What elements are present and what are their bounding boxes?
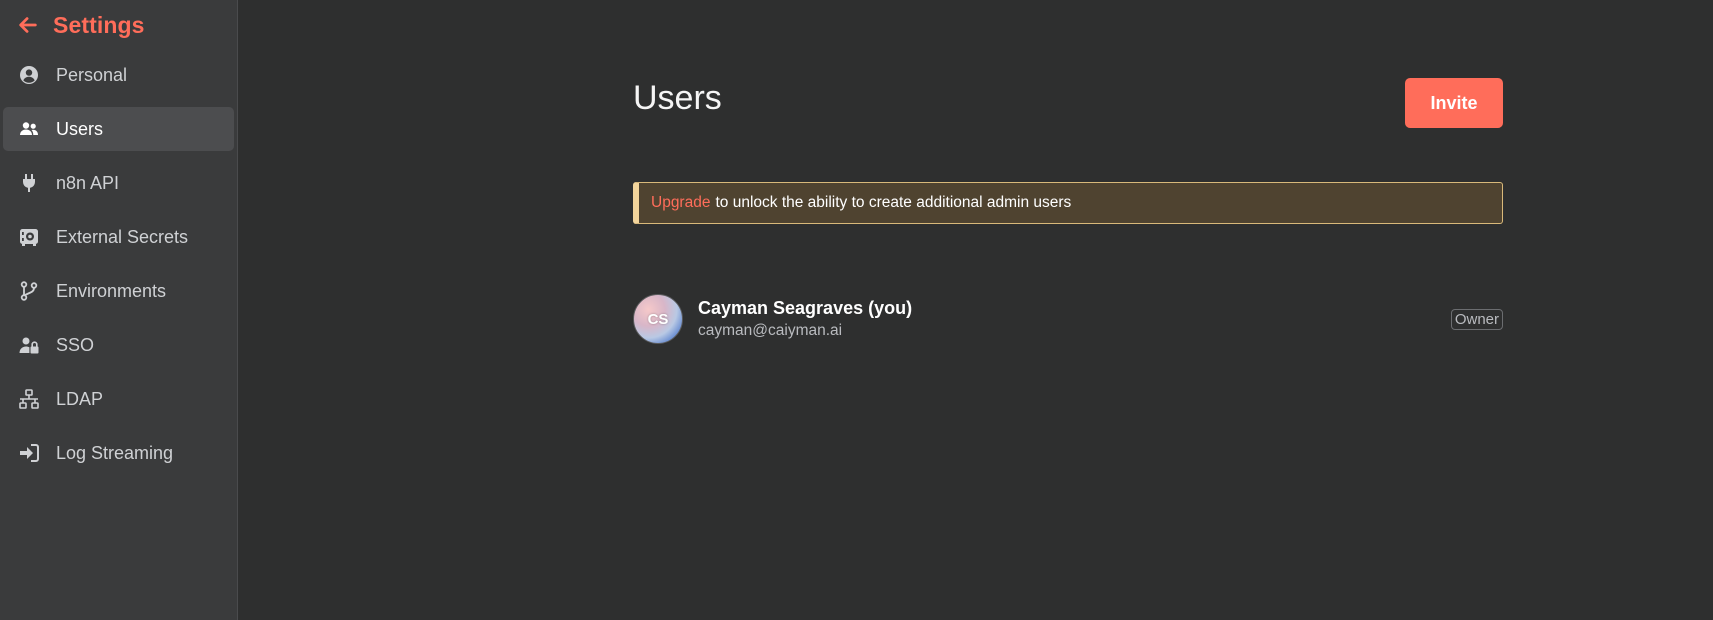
sidebar-item-label: Log Streaming [56, 442, 174, 463]
sidebar-item-ldap[interactable]: LDAP [3, 377, 234, 421]
arrow-left-icon[interactable] [17, 14, 39, 36]
page-header: Users Invite [633, 78, 1503, 128]
user-info: Cayman Seagraves (you) cayman@caiyman.ai [698, 296, 912, 342]
sidebar-item-n8n-api[interactable]: n8n API [3, 161, 234, 205]
network-wired-icon [19, 389, 39, 409]
invite-button[interactable]: Invite [1405, 78, 1503, 128]
settings-back-header[interactable]: Settings [3, 0, 234, 50]
users-page: Users Invite Upgrade to unlock the abili… [633, 0, 1503, 344]
main-content: Users Invite Upgrade to unlock the abili… [238, 0, 1713, 620]
sidebar-item-sso[interactable]: SSO [3, 323, 234, 367]
users-icon [19, 119, 39, 139]
sidebar-item-label: LDAP [56, 388, 104, 409]
avatar: CS [633, 294, 683, 344]
sign-in-icon [19, 443, 39, 463]
avatar-initials: CS [647, 310, 669, 328]
page-title: Users [633, 79, 722, 117]
vault-icon [19, 227, 39, 247]
sidebar-item-label: Users [56, 118, 104, 139]
role-badge: Owner [1450, 309, 1503, 330]
sidebar-item-external-secrets[interactable]: External Secrets [3, 215, 234, 259]
sidebar-item-personal[interactable]: Personal [3, 53, 234, 97]
sidebar-item-log-streaming[interactable]: Log Streaming [3, 431, 234, 475]
upgrade-link[interactable]: Upgrade [651, 194, 710, 212]
user-list-item: CS Cayman Seagraves (you) cayman@caiyman… [633, 294, 1503, 344]
sidebar-item-label: Personal [56, 64, 128, 85]
user-name: Cayman Seagraves (you) [698, 298, 913, 318]
sidebar-item-users[interactable]: Users [3, 107, 234, 151]
app-root: Settings Personal Users n8n API External… [0, 0, 1713, 620]
plug-icon [19, 173, 39, 193]
settings-sidebar: Settings Personal Users n8n API External… [0, 0, 238, 620]
user-circle-icon [19, 65, 39, 85]
settings-title: Settings [53, 11, 145, 38]
settings-nav: Personal Users n8n API External Secrets [3, 53, 234, 475]
upgrade-banner-text: to unlock the ability to create addition… [715, 194, 1072, 211]
sidebar-item-label: n8n API [56, 172, 120, 193]
upgrade-banner: Upgrade to unlock the ability to create … [633, 182, 1503, 224]
user-lock-icon [19, 335, 39, 355]
sidebar-item-label: SSO [56, 334, 95, 355]
sidebar-item-environments[interactable]: Environments [3, 269, 234, 313]
sidebar-item-label: Environments [56, 280, 167, 301]
user-email: cayman@caiyman.ai [698, 322, 843, 339]
sidebar-item-label: External Secrets [56, 226, 189, 247]
code-branch-icon [19, 281, 39, 301]
